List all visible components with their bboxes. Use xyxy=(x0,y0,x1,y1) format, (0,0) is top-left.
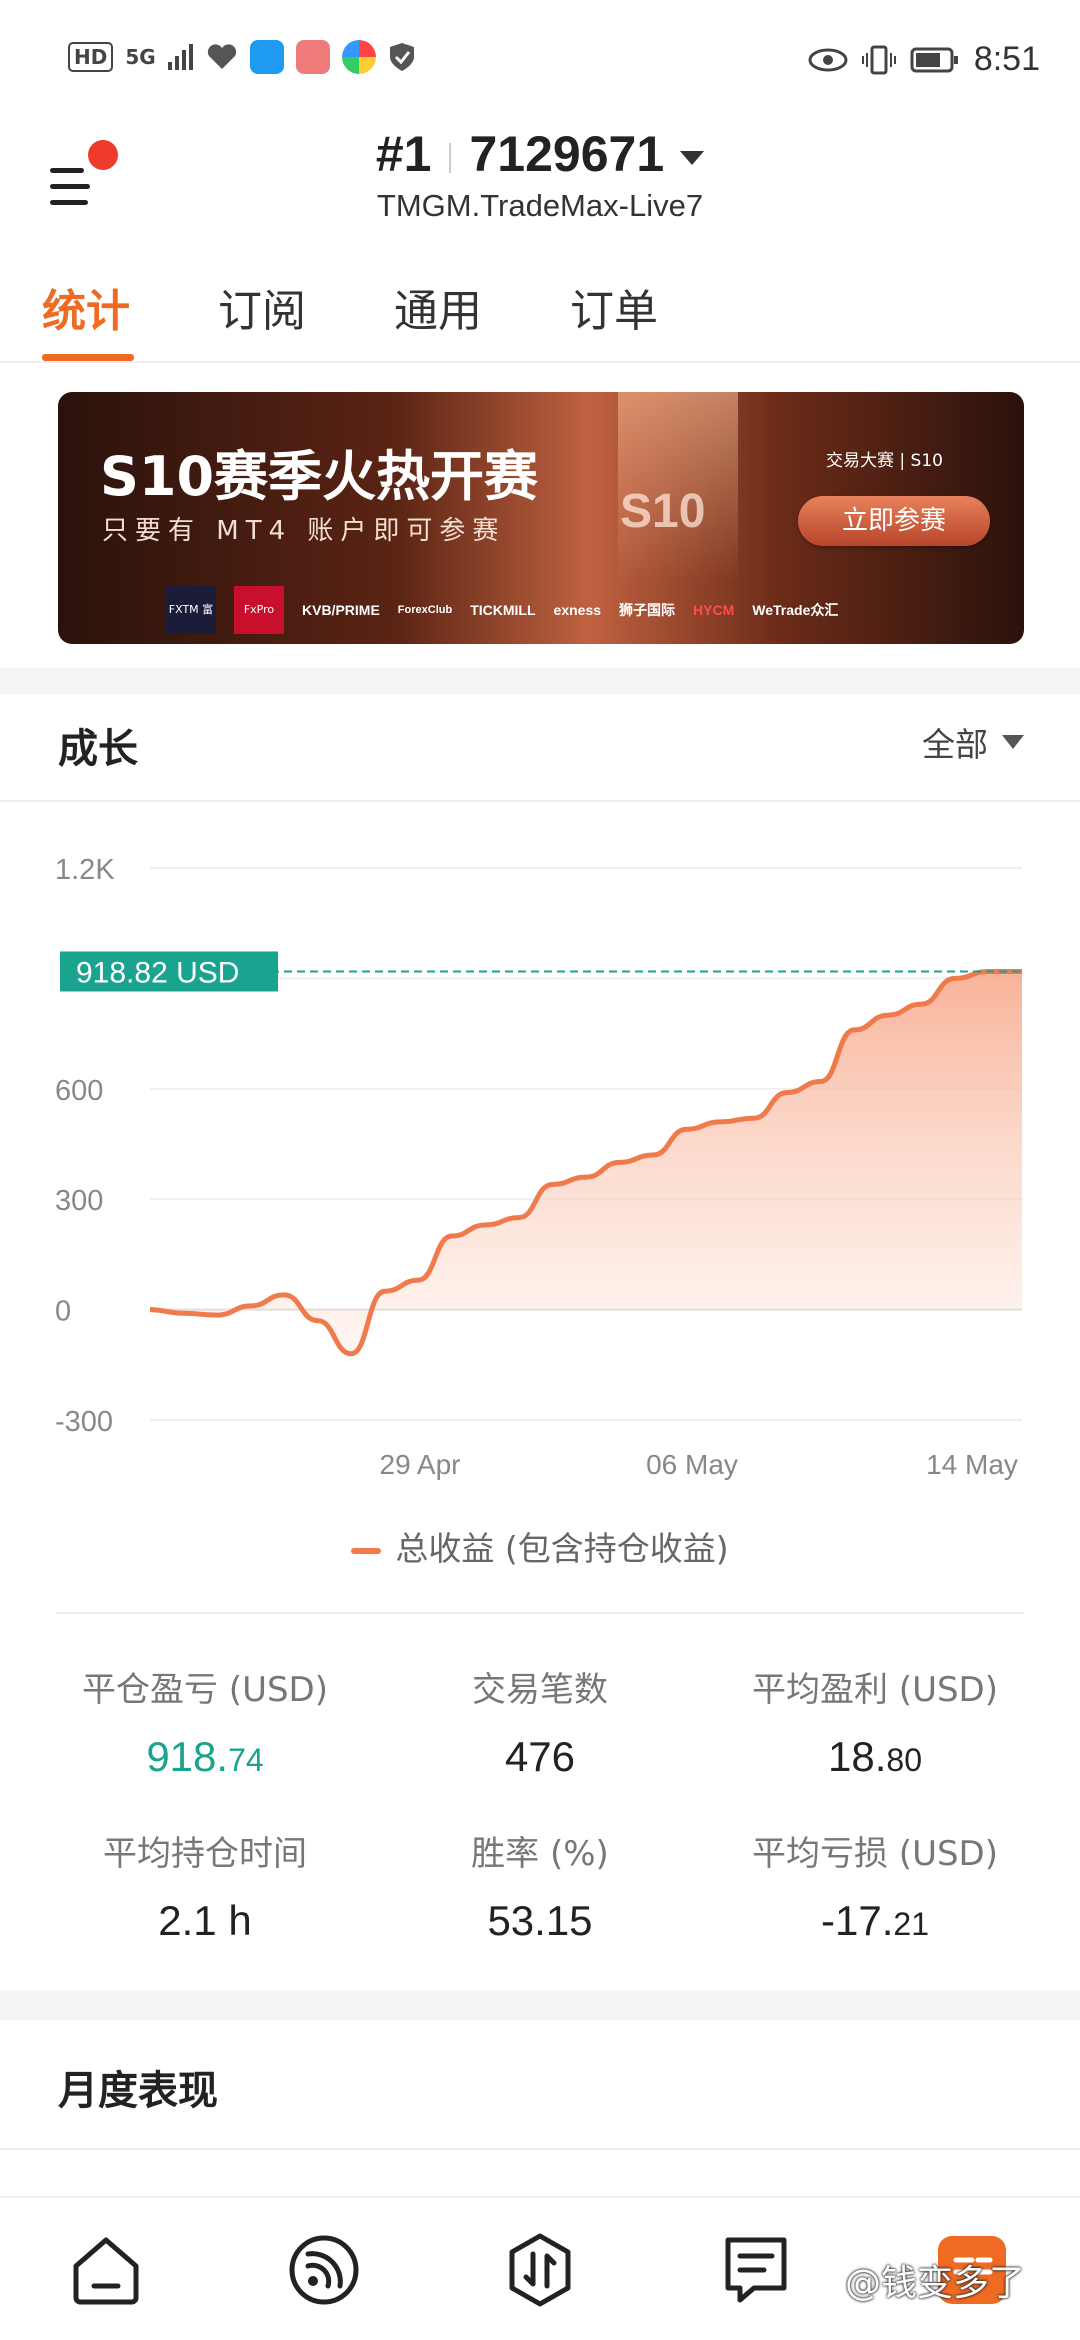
status-bar: HD 5G 8:51 xyxy=(0,0,1080,120)
growth-title: 成长 xyxy=(58,726,138,772)
tab-subscribe[interactable]: 订阅 xyxy=(218,275,306,339)
network-indicator: 5G xyxy=(125,45,156,69)
triangle-down-icon xyxy=(1002,735,1024,749)
sponsor-logo: TICKMILL xyxy=(470,602,536,618)
sponsor-logo: WeTrade众汇 xyxy=(752,602,839,618)
chevron-down-icon xyxy=(680,150,705,165)
current-value-label: 918.82 USD xyxy=(76,956,239,989)
promo-banner[interactable]: S10赛季火热开赛 只要有 MT4 账户即可参赛 S10 交易大赛 | S10 … xyxy=(58,392,1024,644)
growth-chart[interactable]: 1.2K 600 300 0 -300 918.82 USD 29 Apr 06 May 14 … xyxy=(0,830,1080,1510)
y-tick-label: 300 xyxy=(55,1185,103,1217)
sponsor-logo: FXTM 富拓 xyxy=(166,586,216,634)
health-app-icon xyxy=(207,44,236,69)
x-tick-label: 14 May xyxy=(926,1449,1018,1480)
sponsor-logos: FXTM 富拓 FxPro KVB/PRIME ForexClub TICKMI… xyxy=(166,586,838,634)
y-tick-label: 0 xyxy=(55,1296,71,1328)
banner-brand: 交易大赛 | S10 xyxy=(826,451,943,471)
stat-avg-hold-time: 平均持仓时间 2.1 h xyxy=(103,1834,307,1944)
hd-indicator: HD xyxy=(68,42,114,72)
vibrate-icon xyxy=(861,45,896,74)
stat-avg-loss: 平均亏损 (USD) -17.21 xyxy=(752,1834,998,1944)
x-tick-label: 29 Apr xyxy=(380,1449,461,1480)
y-tick-label: 1.2K xyxy=(55,854,115,886)
tab-bar: 统计 订阅 通用 订单 xyxy=(0,255,1080,363)
tab-statistics[interactable]: 统计 xyxy=(42,275,130,339)
app-header: #1 7129671 TMGM.TradeMax-Live7 xyxy=(0,120,1080,230)
sponsor-logo: FxPro xyxy=(234,586,284,634)
battery-icon xyxy=(910,47,958,72)
y-tick-label: 600 xyxy=(55,1075,103,1107)
chart-legend[interactable]: 总收益 (包含持仓收益) xyxy=(0,1522,1080,1570)
sponsor-logo: exness xyxy=(553,602,602,618)
signal-icon[interactable] xyxy=(286,2232,362,2308)
search-app-icon xyxy=(249,40,284,74)
tab-orders[interactable]: 订单 xyxy=(570,275,658,339)
sponsor-logo: 狮子国际 xyxy=(619,602,676,618)
trade-icon[interactable] xyxy=(502,2232,578,2308)
server-name: TMGM.TradeMax-Live7 xyxy=(376,188,704,223)
banner-title: S10赛季火热开赛 xyxy=(100,445,539,508)
eye-icon xyxy=(808,48,848,71)
banner-subtitle: 只要有 MT4 账户即可参赛 xyxy=(102,516,506,546)
range-selector[interactable]: 全部 xyxy=(922,718,1024,766)
account-selector[interactable]: #1 7129671 xyxy=(0,125,1080,183)
photos-app-icon xyxy=(341,40,376,74)
sponsor-logo: KVB/PRIME xyxy=(302,602,380,618)
news-icon[interactable] xyxy=(718,2232,794,2308)
chart-svg: 1.2K 600 300 0 -300 918.82 USD 29 Apr 06 May 14 … xyxy=(55,854,1022,1480)
monthly-title: 月度表现 xyxy=(58,2068,218,2114)
account-number: 7129671 xyxy=(469,126,665,182)
join-contest-button[interactable]: 立即参赛 xyxy=(798,496,990,546)
home-icon[interactable] xyxy=(68,2232,144,2308)
tab-general[interactable]: 通用 xyxy=(394,275,482,339)
stat-win-rate: 胜率 (%) 53.15 xyxy=(471,1834,609,1944)
active-tab-indicator xyxy=(42,354,134,361)
banner-badge: S10 xyxy=(620,485,706,538)
sponsor-logo: ForexClub xyxy=(397,604,453,616)
sponsor-logo: HYCM xyxy=(693,602,735,618)
mail-app-icon xyxy=(295,40,330,74)
range-value: 全部 xyxy=(922,725,988,764)
signal-strength-icon xyxy=(167,44,193,70)
stat-trade-count: 交易笔数 476 xyxy=(472,1670,608,1780)
stat-closed-pnl: 平仓盈亏 (USD) 918.74 xyxy=(82,1670,328,1780)
legend-swatch xyxy=(351,1547,382,1554)
clock: 8:51 xyxy=(973,40,1040,78)
x-tick-label: 06 May xyxy=(646,1449,738,1480)
legend-label: 总收益 (包含持仓收益) xyxy=(395,1529,729,1568)
watermark: @钱变多了 xyxy=(845,2263,1026,2304)
stat-avg-profit: 平均盈利 (USD) 18.80 xyxy=(752,1670,998,1780)
y-tick-label: -300 xyxy=(55,1406,113,1438)
account-rank: #1 xyxy=(375,126,432,182)
shield-icon xyxy=(389,43,414,71)
